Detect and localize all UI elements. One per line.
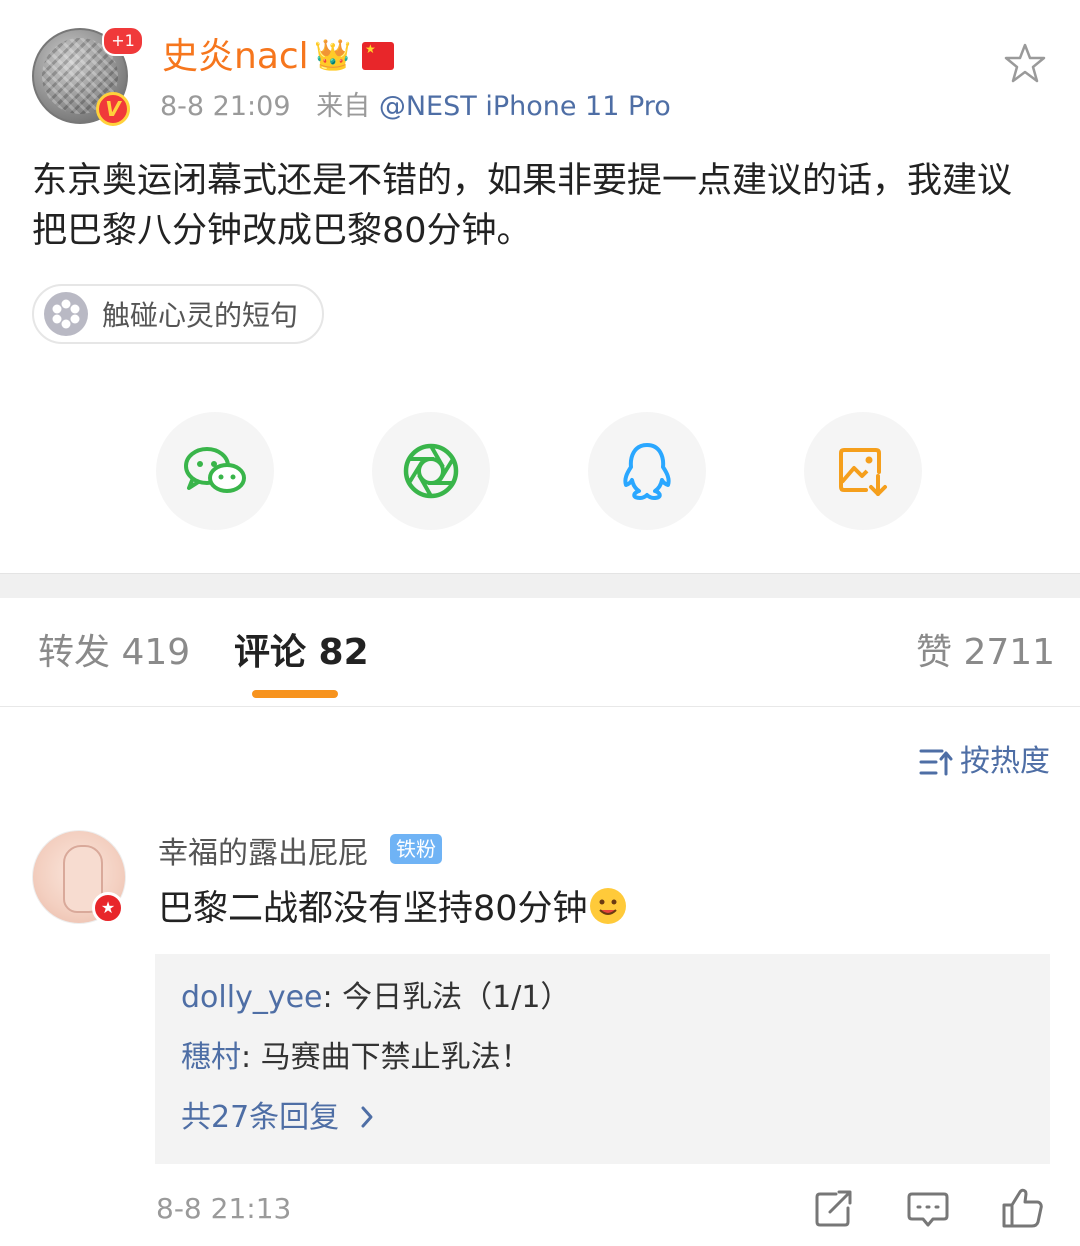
reply-text: : 今日乳法（1/1） [322, 980, 571, 1015]
active-tab-indicator [252, 690, 338, 698]
view-all-replies-label: 共27条回复 [181, 1100, 340, 1135]
reply-user[interactable]: dolly_yee [181, 980, 323, 1015]
sort-icon [919, 749, 953, 776]
avatar-plus-badge: +1 [102, 26, 144, 56]
author-avatar[interactable]: +1 V [32, 26, 144, 128]
save-image-icon [839, 448, 887, 496]
wechat-icon [184, 447, 246, 493]
tab-repost[interactable]: 转发 419 [38, 630, 190, 676]
section-divider [0, 573, 1080, 598]
reply-item: 穗村: 马赛曲下禁止乳法！ [181, 1038, 531, 1078]
qq-icon [623, 443, 671, 500]
share-wechat-button[interactable] [156, 412, 274, 530]
post-text: 东京奥运闭幕式还是不错的，如果非要提一点建议的话，我建议把巴黎八分钟改成巴黎80… [32, 161, 1013, 251]
verified-v-icon: V [96, 92, 130, 126]
chevron-right-icon [361, 1106, 373, 1128]
reply-item: dolly_yee: 今日乳法（1/1） [181, 978, 570, 1018]
save-image-button[interactable] [804, 412, 922, 530]
comment-time: 8-8 21:13 [156, 1192, 292, 1225]
topic-label: 触碰心灵的短句 [102, 299, 299, 332]
comment-text: 巴黎二战都没有坚持80分钟 [158, 884, 626, 934]
share-qq-button[interactable] [588, 412, 706, 530]
share-comment-icon[interactable] [812, 1186, 856, 1230]
tab-comments[interactable]: 评论 82 [234, 630, 369, 676]
view-all-replies-link[interactable]: 共27条回复 [181, 1098, 377, 1138]
tab-likes[interactable]: 赞 2711 [916, 630, 1055, 676]
comment-text-body: 巴黎二战都没有坚持80分钟 [158, 889, 588, 929]
sort-label: 按热度 [960, 744, 1050, 779]
sort-by-hot-button[interactable]: 按热度 [918, 742, 1050, 782]
tabs-divider [0, 706, 1080, 707]
reply-comment-icon[interactable] [906, 1186, 950, 1230]
post-time: 8-8 21:09 [160, 91, 291, 122]
reply-user[interactable]: 穗村 [181, 1040, 241, 1075]
share-moments-button[interactable] [372, 412, 490, 530]
source-prefix: 来自 [316, 91, 371, 122]
like-thumbs-up-icon[interactable] [1000, 1186, 1044, 1230]
emoji-yummy-icon [589, 888, 626, 924]
topic-chip[interactable]: 触碰心灵的短句 [32, 284, 325, 344]
favorite-star-icon[interactable] [1004, 42, 1046, 84]
topic-icon [44, 292, 88, 336]
commenter-name[interactable]: 幸福的露出屁屁 [158, 834, 368, 874]
china-flag-icon: ★ [362, 42, 394, 70]
fan-badge: 铁粉 [390, 834, 442, 864]
reply-text: : 马赛曲下禁止乳法！ [241, 1040, 531, 1075]
moments-icon [403, 443, 459, 499]
post-meta: 8-8 21:09 来自 @NEST iPhone 11 Pro [160, 88, 671, 126]
crown-icon: 👑 [314, 38, 352, 73]
author-name[interactable]: 史炎nacl [162, 36, 309, 78]
reply-preview-box[interactable]: dolly_yee: 今日乳法（1/1） 穗村: 马赛曲下禁止乳法！ 共27条回… [155, 954, 1050, 1164]
commenter-badge-icon: ★ [92, 892, 124, 924]
post-source-link[interactable]: @NEST iPhone 11 Pro [379, 91, 671, 122]
